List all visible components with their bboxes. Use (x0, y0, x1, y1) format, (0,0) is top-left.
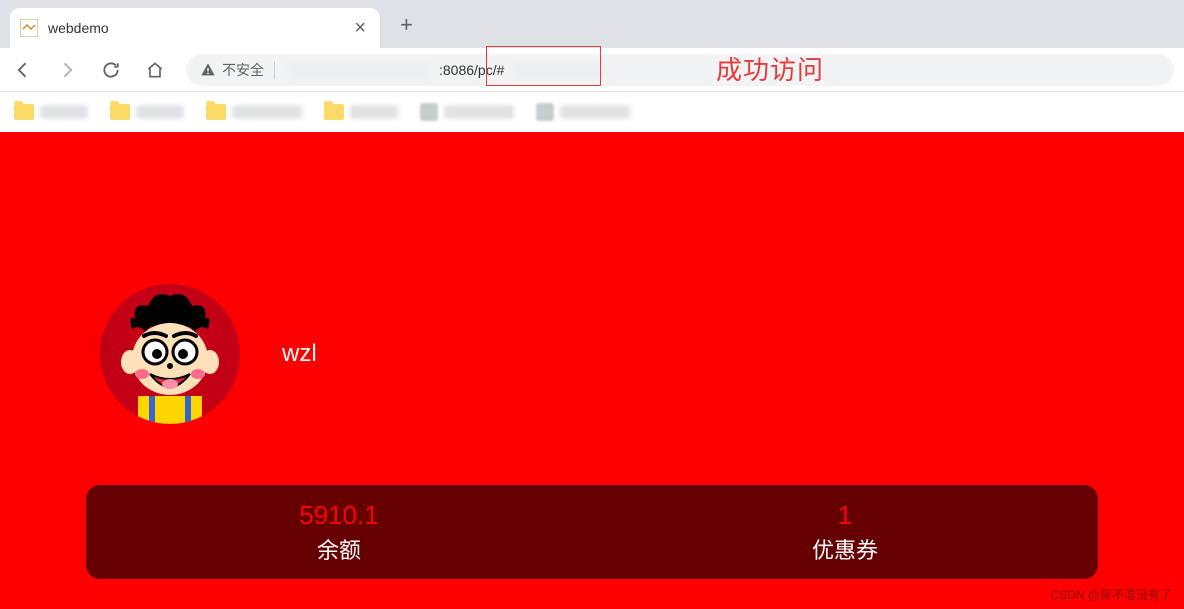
address-bar: 不安全 :8086/pc/# 成功访问 (0, 48, 1184, 92)
annotation-text: 成功访问 (716, 50, 824, 87)
stats-bar: 5910.1 余额 1 优惠券 (86, 485, 1098, 579)
bookmark-label (560, 105, 630, 119)
watermark: CSDN @尿不湿没有了 (1050, 586, 1172, 603)
bookmark-label (40, 105, 88, 119)
tab-title: webdemo (48, 20, 344, 36)
stat-value: 5910.1 (299, 500, 379, 531)
browser-tab[interactable]: webdemo × (10, 8, 380, 48)
folder-icon (110, 104, 130, 120)
bookmark-item[interactable] (324, 104, 398, 120)
reload-button[interactable] (98, 57, 124, 83)
forward-button[interactable] (54, 57, 80, 83)
bookmark-icon (420, 103, 438, 121)
warning-icon (200, 62, 216, 78)
bookmark-label (350, 105, 398, 119)
url-redacted (514, 62, 604, 78)
folder-icon (14, 104, 34, 120)
bookmark-item[interactable] (420, 103, 514, 121)
bookmark-item[interactable] (206, 104, 302, 120)
new-tab-button[interactable]: + (400, 12, 413, 38)
back-button[interactable] (10, 57, 36, 83)
avatar[interactable] (100, 284, 240, 424)
url-visible: :8086/pc/# (439, 62, 504, 78)
bookmark-bar (0, 92, 1184, 132)
page-content: wzl 5910.1 余额 1 优惠券 CSDN @尿不湿没有了 (0, 132, 1184, 609)
security-label: 不安全 (222, 60, 264, 80)
url-redacted (289, 62, 429, 78)
stat-label: 余额 (317, 533, 361, 565)
bookmark-item[interactable] (14, 104, 88, 120)
stat-coupon[interactable]: 1 优惠券 (592, 485, 1098, 579)
profile-section: wzl (0, 132, 1184, 485)
bookmark-item[interactable] (536, 103, 630, 121)
folder-icon (206, 104, 226, 120)
username: wzl (282, 340, 317, 368)
bookmark-icon (536, 103, 554, 121)
avatar-blur (92, 334, 108, 358)
stat-value: 1 (838, 500, 852, 531)
close-icon[interactable]: × (354, 18, 366, 38)
security-indicator[interactable]: 不安全 (200, 60, 279, 80)
bookmark-label (444, 105, 514, 119)
divider (274, 61, 275, 79)
home-button[interactable] (142, 57, 168, 83)
stat-balance[interactable]: 5910.1 余额 (86, 485, 592, 579)
bookmark-label (232, 105, 302, 119)
stat-label: 优惠券 (812, 533, 878, 565)
favicon-icon (20, 19, 38, 37)
browser-tab-strip: webdemo × + (0, 0, 1184, 48)
bookmark-item[interactable] (110, 104, 184, 120)
folder-icon (324, 104, 344, 120)
bookmark-label (136, 105, 184, 119)
avatar-wrap (100, 284, 240, 424)
omnibox[interactable]: 不安全 :8086/pc/# 成功访问 (186, 54, 1174, 86)
